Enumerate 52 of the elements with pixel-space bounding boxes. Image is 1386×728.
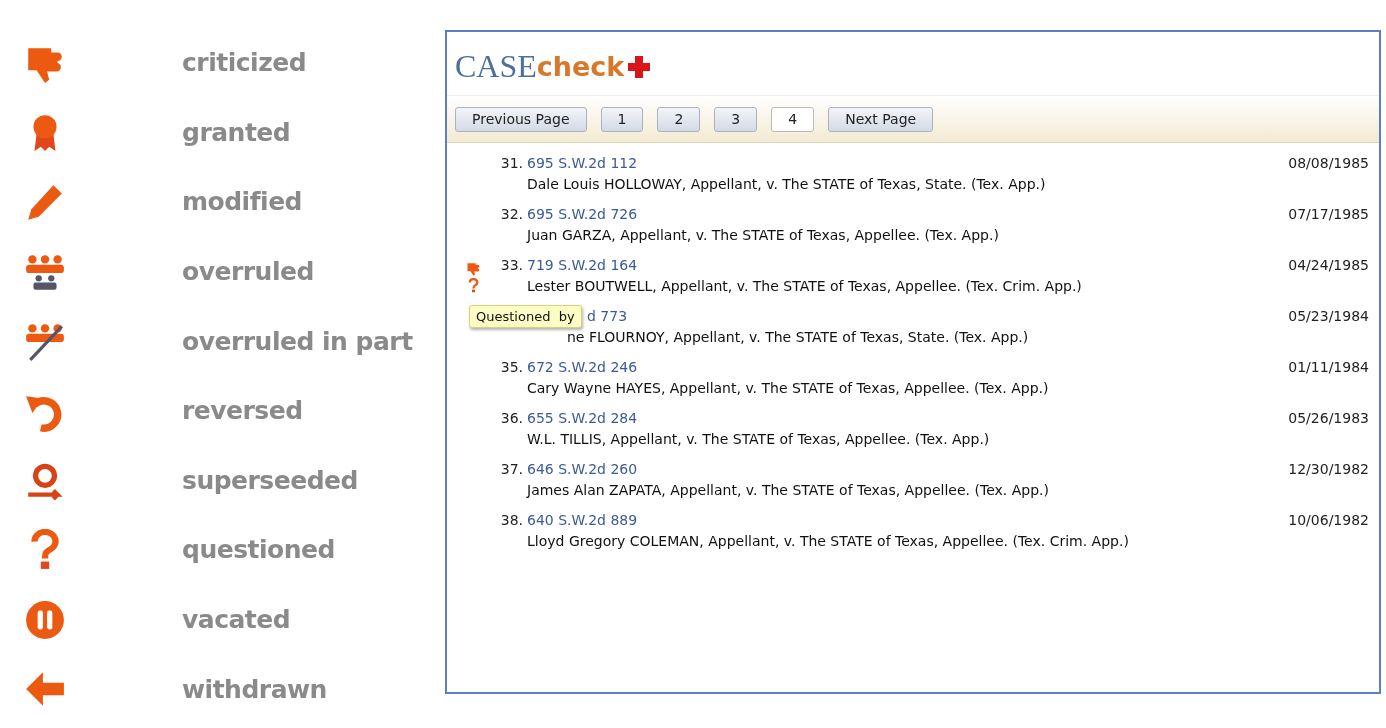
page-button[interactable]: 4 — [771, 106, 815, 132]
case-date: 01/11/1984 — [1288, 358, 1369, 377]
case-parties: Lester BOUTWELL, Appellant, v. The STATE of Texas, Appellee. (Tex. Crim. App.) — [527, 278, 1083, 294]
logo-text: CASE — [455, 48, 537, 85]
citation-link[interactable]: 640 S.W.2d 889 — [527, 512, 638, 528]
legend-label: granted — [182, 117, 291, 147]
row-number: 37. — [499, 460, 523, 479]
citation-link[interactable]: 655 S.W.2d 284 — [527, 410, 638, 426]
thumbs-down-icon — [465, 261, 481, 276]
citation-link[interactable]: 695 S.W.2d 726 — [527, 206, 638, 222]
legend-label: modified — [182, 187, 302, 217]
page-button[interactable]: 3 — [714, 106, 758, 132]
case-parties: James Alan ZAPATA, Appellant, v. The STATE of Texas, Appellee. (Tex. App.) — [527, 482, 1050, 498]
case-date: 08/08/1985 — [1288, 154, 1369, 173]
row-number: 36. — [499, 409, 523, 428]
case-parties: Juan GARZA, Appellant, v. The STATE of Texas, Appellee. (Tex. App.) — [527, 227, 1000, 243]
citation-link[interactable]: 719 S.W.2d 164 — [527, 257, 638, 273]
case-parties: Lloyd Gregory COLEMAN, Appellant, v. The STATE of Texas, Appellee. (Tex. Crim. App.) — [527, 533, 1130, 549]
legend-label: vacated — [182, 605, 291, 635]
case-parties: W.L. TILLIS, Appellant, v. The STATE of Texas, Appellee. (Tex. App.) — [527, 431, 991, 447]
case-date: 04/24/1985 — [1288, 256, 1369, 275]
row-number: 31. — [499, 154, 523, 173]
cross-icon — [627, 54, 652, 79]
legend-label: criticized — [182, 48, 307, 78]
legend-label: withdrawn — [182, 674, 327, 704]
page-button[interactable]: Next Page — [828, 106, 934, 132]
citation-link[interactable]: 695 S.W.2d 112 — [527, 155, 638, 171]
logo-text: check — [536, 51, 625, 82]
case-parties: ne FLOURNOY, Appellant, v. The STATE of Texas, State. (Tex. App.) — [567, 329, 1030, 345]
case-date: 05/23/1984 — [1288, 307, 1369, 326]
row-number: 32. — [499, 205, 523, 224]
tooltip: Questioned by — [469, 305, 582, 328]
page-button[interactable]: 2 — [657, 106, 701, 132]
citation-link[interactable]: 672 S.W.2d 246 — [527, 359, 638, 375]
case-parties: Dale Louis HOLLOWAY, Appellant, v. The STATE of Texas, State. (Tex. App.) — [527, 176, 1047, 192]
page-button[interactable]: 1 — [600, 106, 644, 132]
row-number: 33. — [499, 256, 523, 275]
legend-label: overruled — [182, 257, 314, 287]
legend-label: reversed — [182, 396, 303, 426]
case-date: 05/26/1983 — [1288, 409, 1369, 428]
case-date: 07/17/1985 — [1288, 205, 1369, 224]
case-parties: Cary Wayne HAYES, Appellant, v. The STATE of Texas, Appellee. (Tex. App.) — [527, 380, 1050, 396]
pause-icon — [24, 598, 66, 641]
page-button[interactable]: Previous Page — [455, 106, 587, 132]
row-number: 38. — [499, 511, 523, 530]
legend-label: questioned — [182, 535, 335, 565]
row-number: 35. — [499, 358, 523, 377]
case-date: 10/06/1982 — [1288, 511, 1369, 530]
case-date: 12/30/1982 — [1288, 460, 1369, 479]
legend-label: overruled in part — [182, 326, 413, 356]
legend-label: superseeded — [182, 465, 358, 495]
citation-link[interactable]: 646 S.W.2d 260 — [527, 461, 638, 477]
